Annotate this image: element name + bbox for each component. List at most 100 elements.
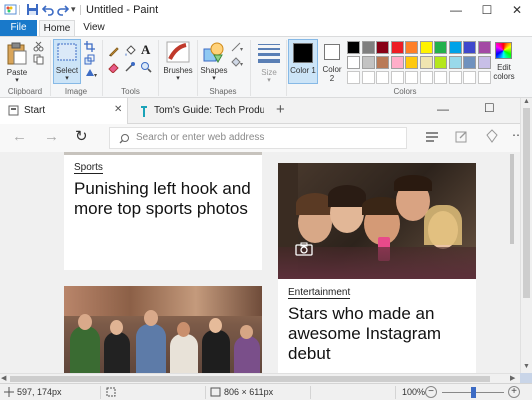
custom-color-slot[interactable] — [361, 71, 375, 84]
web-note-icon[interactable] — [455, 130, 468, 143]
magnifier-icon[interactable] — [140, 61, 152, 73]
palette-color-swatch[interactable] — [390, 41, 404, 54]
palette-color-swatch[interactable] — [347, 41, 360, 54]
shapes-button[interactable]: Shapes ▾ — [199, 39, 229, 84]
back-icon[interactable]: ← — [12, 128, 27, 145]
eraser-icon[interactable] — [108, 61, 120, 73]
browser-scrollbar-thumb[interactable] — [510, 154, 514, 244]
palette-color-swatch[interactable] — [347, 56, 360, 69]
entertainment-headline[interactable]: Stars who made an awesome Instagram debu… — [288, 304, 473, 364]
palette-color-swatch[interactable] — [477, 41, 491, 54]
sports-category[interactable]: Sports — [74, 162, 103, 174]
close-button[interactable]: ✕ — [502, 0, 532, 20]
custom-color-slot[interactable] — [390, 71, 404, 84]
custom-color-slot[interactable] — [347, 71, 360, 84]
address-bar[interactable]: Search or enter web address — [109, 127, 407, 149]
scroll-left-icon[interactable]: ◀ — [1, 374, 6, 382]
resize-icon[interactable] — [84, 54, 95, 65]
fill-shape-icon[interactable]: ▾ — [231, 57, 245, 67]
zoom-out-button[interactable]: − — [425, 386, 437, 398]
sports-card[interactable]: Sports Punishing left hook and more top … — [64, 152, 262, 270]
fill-icon[interactable] — [124, 45, 136, 57]
color-picker-icon[interactable] — [124, 61, 136, 73]
canvas-area[interactable]: Start ✕ Tom's Guide: Tech Product R + — … — [0, 98, 532, 383]
select-button[interactable]: Select ▾ — [53, 39, 81, 84]
horizontal-scrollbar[interactable]: ◀ ▶ — [0, 373, 520, 383]
edit-colors-button[interactable]: Edit colors — [491, 39, 517, 84]
rotate-icon[interactable]: ▾ — [84, 67, 98, 78]
sports-headline-line1: Punishing left hook and — [74, 179, 251, 198]
tab-view[interactable]: View — [80, 20, 108, 36]
custom-color-slot[interactable] — [448, 71, 462, 84]
horizontal-scrollbar-thumb[interactable] — [10, 376, 490, 382]
quick-access-dropdown-icon[interactable]: ▾ — [71, 4, 76, 15]
scroll-up-icon[interactable]: ▲ — [523, 98, 530, 105]
vertical-scrollbar-thumb[interactable] — [523, 108, 530, 298]
minimize-button[interactable]: — — [441, 0, 471, 20]
size-button[interactable]: Size ▾ — [254, 39, 284, 84]
palette-color-swatch[interactable] — [434, 56, 447, 69]
browser-tab-start[interactable]: Start ✕ — [0, 98, 128, 124]
tab-file[interactable]: File — [0, 20, 37, 36]
group-separator — [158, 40, 159, 96]
undo-icon[interactable] — [42, 3, 55, 16]
brushes-button[interactable]: Brushes ▾ — [161, 39, 195, 84]
share-icon[interactable] — [485, 129, 499, 143]
paint-canvas[interactable]: Start ✕ Tom's Guide: Tech Product R + — … — [0, 98, 520, 383]
palette-color-swatch[interactable] — [376, 41, 389, 54]
palette-color-swatch[interactable] — [419, 41, 433, 54]
outline-icon[interactable]: ▾ — [231, 42, 245, 52]
custom-color-slot[interactable] — [405, 71, 418, 84]
pencil-icon[interactable] — [108, 45, 120, 57]
entertainment-category[interactable]: Entertainment — [288, 287, 351, 299]
palette-color-swatch[interactable] — [463, 56, 476, 69]
scroll-right-icon[interactable]: ▶ — [510, 374, 515, 382]
palette-color-swatch[interactable] — [448, 56, 462, 69]
paint-app-icon[interactable] — [4, 3, 17, 16]
browser-tab-toms-guide[interactable]: Tom's Guide: Tech Product R — [132, 101, 266, 123]
palette-color-swatch[interactable] — [419, 56, 433, 69]
palette-color-swatch[interactable] — [361, 41, 375, 54]
vertical-scrollbar[interactable]: ▲ ▼ — [520, 98, 532, 373]
close-tab-icon[interactable]: ✕ — [114, 104, 122, 115]
sports-crowd-image[interactable] — [64, 286, 262, 383]
text-tool-icon[interactable]: A — [141, 42, 150, 58]
refresh-icon[interactable]: ↻ — [75, 127, 88, 145]
palette-color-swatch[interactable] — [463, 41, 476, 54]
zoom-slider-thumb[interactable] — [471, 387, 476, 398]
hub-icon[interactable] — [425, 131, 439, 143]
browser-scrollbar[interactable] — [509, 152, 515, 383]
maximize-button[interactable]: ☐ — [472, 0, 502, 20]
palette-color-swatch[interactable] — [448, 41, 462, 54]
redo-icon[interactable] — [56, 3, 69, 16]
browser-minimize-icon[interactable]: — — [437, 102, 449, 116]
forward-icon[interactable]: → — [44, 128, 59, 145]
zoom-in-button[interactable]: + — [508, 386, 520, 398]
paste-button[interactable]: Paste ▾ — [4, 40, 30, 84]
entertainment-card[interactable]: Entertainment Stars who made an awesome … — [278, 279, 476, 383]
browser-maximize-icon[interactable]: ☐ — [484, 101, 495, 115]
celebrity-selfie-image[interactable] — [278, 163, 476, 279]
save-icon[interactable] — [26, 3, 39, 16]
sports-headline[interactable]: Punishing left hook and more top sports … — [74, 179, 259, 219]
status-separator — [395, 386, 396, 399]
custom-color-slot[interactable] — [463, 71, 476, 84]
custom-color-slot[interactable] — [376, 71, 389, 84]
palette-color-swatch[interactable] — [434, 41, 447, 54]
custom-color-slot[interactable] — [434, 71, 447, 84]
copy-icon[interactable] — [33, 54, 44, 65]
scroll-down-icon[interactable]: ▼ — [523, 363, 530, 370]
crop-icon[interactable] — [84, 41, 95, 52]
new-tab-icon[interactable]: + — [276, 101, 285, 118]
palette-color-swatch[interactable] — [361, 56, 375, 69]
palette-color-swatch[interactable] — [376, 56, 389, 69]
palette-color-swatch[interactable] — [405, 56, 418, 69]
palette-color-swatch[interactable] — [390, 56, 404, 69]
tab-home[interactable]: Home — [39, 20, 75, 37]
color2-button[interactable]: Color 2 — [320, 39, 344, 84]
color1-button[interactable]: Color 1 — [288, 39, 318, 84]
more-icon[interactable]: ⋯ — [512, 128, 520, 142]
custom-color-slot[interactable] — [419, 71, 433, 84]
cut-icon[interactable] — [33, 41, 44, 52]
palette-color-swatch[interactable] — [405, 41, 418, 54]
